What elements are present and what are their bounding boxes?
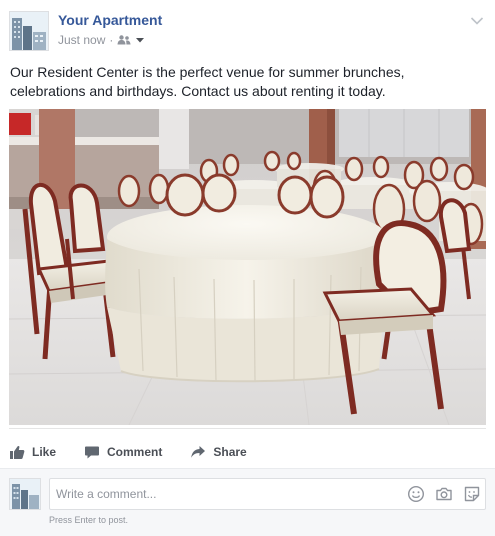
photo-button[interactable] [435,485,453,503]
comment-input[interactable] [50,479,390,509]
press-enter-hint: Press Enter to post. [49,515,129,525]
emoji-icon [407,485,425,503]
sticker-button[interactable] [463,485,481,503]
like-label: Like [32,445,57,459]
comment-button[interactable]: Comment [84,438,162,466]
audience-selector[interactable] [117,35,145,45]
sticker-icon [464,486,480,502]
comment-box [49,478,486,510]
comment-tools [397,485,481,503]
audience-caret-icon [136,38,145,43]
share-button[interactable]: Share [190,438,247,466]
post-body-text: Our Resident Center is the perfect venue… [10,64,405,99]
comment-label: Comment [107,445,163,459]
chevron-down-icon [470,17,484,25]
post-actions: Like Comment Share [9,438,275,466]
emoji-button[interactable] [407,485,425,503]
share-icon [191,446,206,458]
commenter-avatar [9,478,41,510]
page-avatar[interactable] [9,11,49,51]
meta-separator: · [109,33,114,47]
post-options-button[interactable] [470,13,484,25]
share-label: Share [213,445,247,459]
divider [9,428,486,429]
post-meta: Just now · [58,32,145,48]
feed-post: Your Apartment Just now · Our Resident C… [0,0,495,536]
page-name-link[interactable]: Your Apartment [58,12,162,28]
comment-icon [85,446,100,459]
friends-icon [117,35,131,45]
post-timestamp[interactable]: Just now [58,33,105,47]
comment-composer: Press Enter to post. [0,468,495,536]
camera-icon [436,487,452,501]
thumbs-up-icon [10,445,25,459]
post-photo[interactable] [9,109,486,425]
like-button[interactable]: Like [9,438,56,466]
